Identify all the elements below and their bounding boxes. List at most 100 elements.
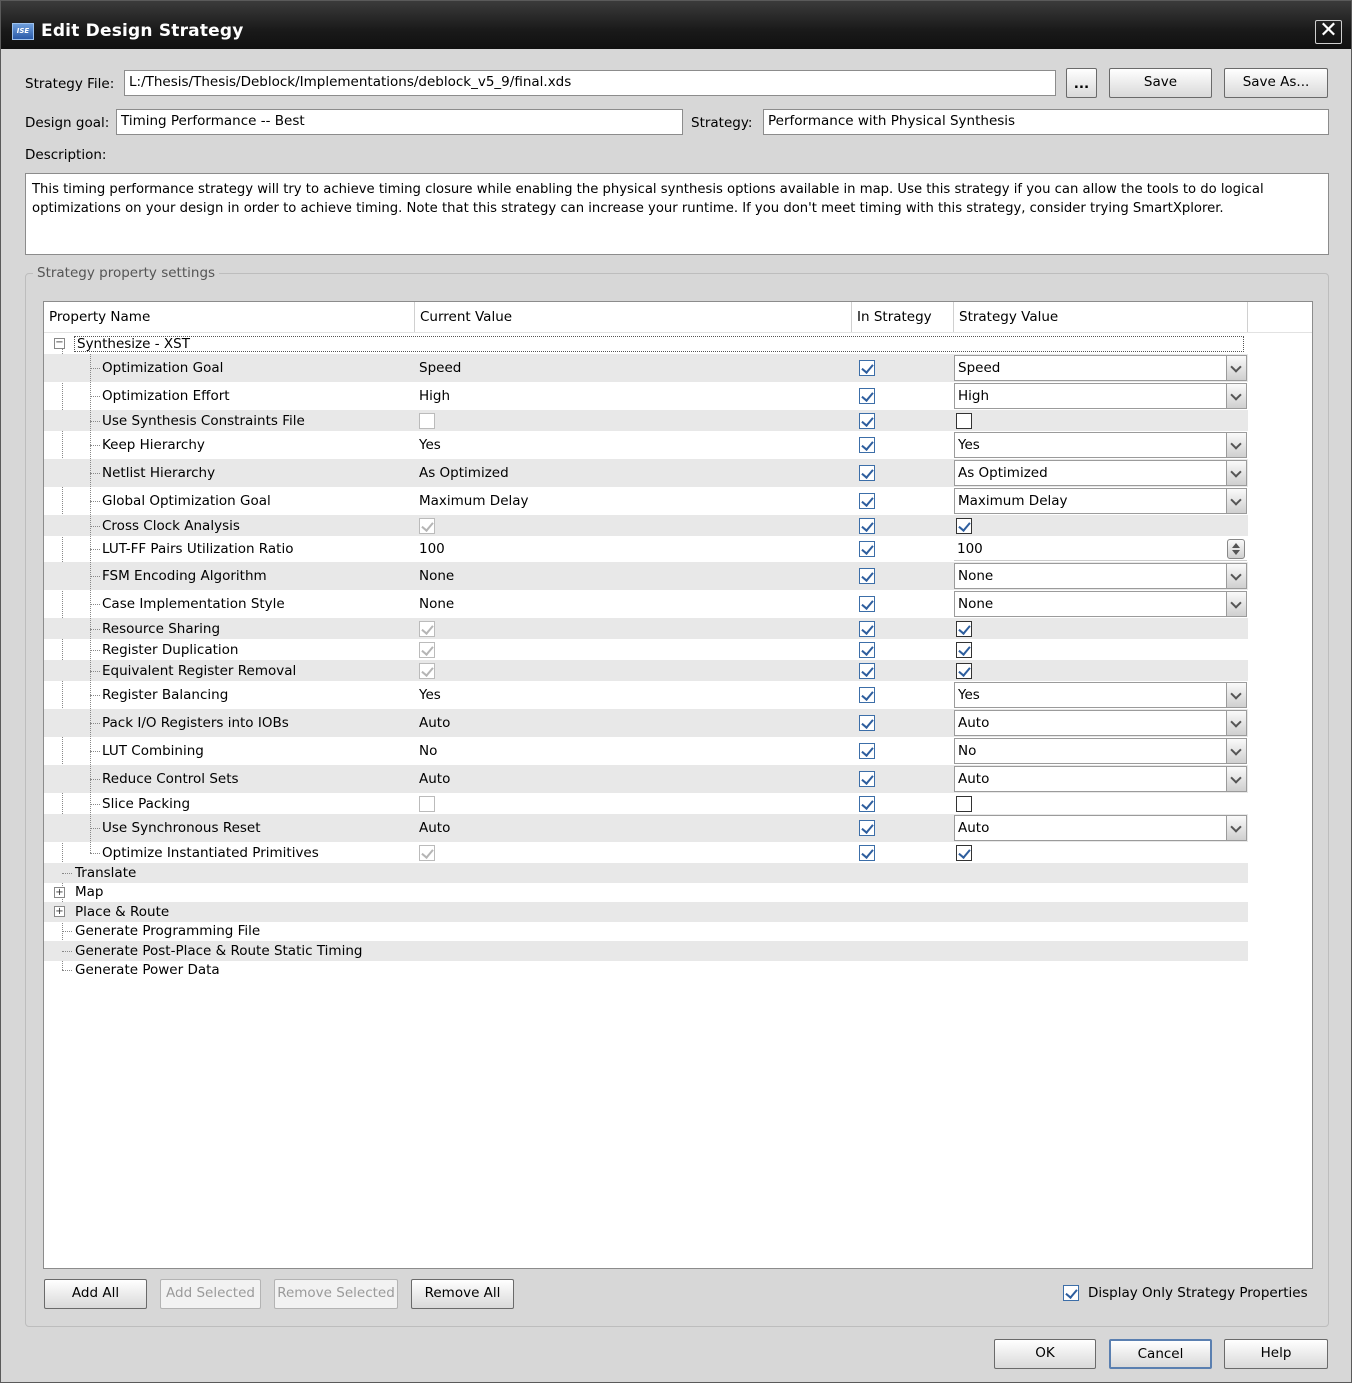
table-row[interactable]: Cross Clock Analysis bbox=[44, 515, 1248, 536]
table-row[interactable]: Reduce Control Sets Auto Auto bbox=[44, 765, 1248, 793]
in-strategy-checkbox[interactable] bbox=[859, 771, 875, 787]
strategy-value-dropdown[interactable]: Yes bbox=[954, 432, 1247, 458]
table-row[interactable]: Register Balancing Yes Yes bbox=[44, 681, 1248, 709]
chevron-down-icon[interactable] bbox=[1226, 489, 1246, 513]
in-strategy-checkbox[interactable] bbox=[859, 388, 875, 404]
close-button[interactable]: ✕ bbox=[1315, 20, 1342, 44]
in-strategy-checkbox[interactable] bbox=[859, 360, 875, 376]
column-header-current-value[interactable]: Current Value bbox=[415, 302, 852, 332]
in-strategy-checkbox[interactable] bbox=[859, 517, 875, 534]
strategy-value-spinner[interactable]: 100 bbox=[954, 537, 1247, 561]
tree-node[interactable]: Translate bbox=[44, 863, 1248, 883]
strategy-value-dropdown[interactable]: Auto bbox=[954, 815, 1247, 841]
strategy-value-checkbox[interactable] bbox=[956, 517, 972, 534]
add-all-button[interactable]: Add All bbox=[44, 1279, 147, 1309]
strategy-field[interactable]: Performance with Physical Synthesis bbox=[763, 109, 1329, 135]
remove-selected-button[interactable]: Remove Selected bbox=[274, 1279, 398, 1309]
save-button[interactable]: Save bbox=[1109, 68, 1212, 98]
chevron-down-icon[interactable] bbox=[1226, 711, 1246, 735]
expand-icon[interactable]: + bbox=[54, 886, 65, 898]
strategy-value-checkbox[interactable] bbox=[956, 641, 972, 658]
table-row[interactable]: Pack I/O Registers into IOBs Auto Auto bbox=[44, 709, 1248, 737]
table-row[interactable]: LUT-FF Pairs Utilization Ratio 100 100 bbox=[44, 536, 1248, 562]
table-row[interactable]: Resource Sharing bbox=[44, 618, 1248, 639]
chevron-down-icon[interactable] bbox=[1226, 433, 1246, 457]
expand-icon[interactable]: + bbox=[54, 906, 65, 917]
table-row[interactable]: Optimize Instantiated Primitives bbox=[44, 842, 1248, 863]
help-button[interactable]: Help bbox=[1224, 1339, 1328, 1369]
table-row[interactable]: Case Implementation Style None None bbox=[44, 590, 1248, 618]
strategy-file-input[interactable]: L:/Thesis/Thesis/Deblock/Implementations… bbox=[124, 70, 1056, 96]
cancel-button[interactable]: Cancel bbox=[1109, 1339, 1212, 1369]
tree-node[interactable]: Generate Programming File bbox=[44, 922, 1248, 942]
in-strategy-checkbox[interactable] bbox=[859, 687, 875, 703]
in-strategy-checkbox[interactable] bbox=[859, 641, 875, 658]
chevron-down-icon[interactable] bbox=[1226, 461, 1246, 485]
tree-node[interactable]: + Place & Route bbox=[44, 902, 1248, 922]
table-row[interactable]: FSM Encoding Algorithm None None bbox=[44, 562, 1248, 590]
strategy-value-dropdown[interactable]: Yes bbox=[954, 682, 1247, 708]
strategy-value-checkbox[interactable] bbox=[956, 412, 972, 429]
tree-node[interactable]: Generate Post-Place & Route Static Timin… bbox=[44, 941, 1248, 961]
table-row[interactable]: LUT Combining No No bbox=[44, 737, 1248, 765]
in-strategy-checkbox[interactable] bbox=[859, 820, 875, 836]
table-row[interactable]: Netlist Hierarchy As Optimized As Optimize… bbox=[44, 459, 1248, 487]
in-strategy-checkbox[interactable] bbox=[859, 844, 875, 861]
strategy-value-dropdown[interactable]: As Optimized bbox=[954, 460, 1247, 486]
in-strategy-checkbox[interactable] bbox=[859, 465, 875, 481]
in-strategy-checkbox[interactable] bbox=[859, 620, 875, 637]
display-only-strategy-checkbox[interactable] bbox=[1063, 1285, 1079, 1301]
tree-node-synthesize-xst[interactable]: − Synthesize - XST bbox=[44, 334, 1248, 354]
chevron-down-icon[interactable] bbox=[1226, 767, 1246, 791]
chevron-down-icon[interactable] bbox=[1226, 356, 1246, 380]
in-strategy-checkbox[interactable] bbox=[859, 662, 875, 679]
design-goal-field[interactable]: Timing Performance -- Best bbox=[116, 109, 683, 135]
description-text[interactable]: This timing performance strategy will tr… bbox=[25, 173, 1329, 255]
chevron-down-icon[interactable] bbox=[1226, 592, 1246, 616]
table-row[interactable]: Optimization Goal Speed Speed bbox=[44, 354, 1248, 382]
strategy-value-dropdown[interactable]: None bbox=[954, 563, 1247, 589]
table-row[interactable]: Register Duplication bbox=[44, 639, 1248, 660]
in-strategy-checkbox[interactable] bbox=[859, 795, 875, 812]
browse-button[interactable]: ... bbox=[1066, 68, 1097, 98]
table-row[interactable]: Slice Packing bbox=[44, 793, 1248, 814]
remove-all-button[interactable]: Remove All bbox=[411, 1279, 514, 1309]
strategy-value-dropdown[interactable]: Auto bbox=[954, 766, 1247, 792]
in-strategy-checkbox[interactable] bbox=[859, 412, 875, 429]
chevron-down-icon[interactable] bbox=[1226, 564, 1246, 588]
strategy-value-dropdown[interactable]: No bbox=[954, 738, 1247, 764]
strategy-value-dropdown[interactable]: High bbox=[954, 383, 1247, 409]
strategy-value-dropdown[interactable]: Auto bbox=[954, 710, 1247, 736]
strategy-value-checkbox[interactable] bbox=[956, 795, 972, 812]
tree-node[interactable]: + Map bbox=[44, 883, 1248, 903]
in-strategy-checkbox[interactable] bbox=[859, 743, 875, 759]
ok-button[interactable]: OK bbox=[994, 1339, 1096, 1369]
tree-node[interactable]: Generate Power Data bbox=[44, 961, 1248, 981]
chevron-down-icon[interactable] bbox=[1226, 683, 1246, 707]
strategy-value-checkbox[interactable] bbox=[956, 662, 972, 679]
strategy-value-checkbox[interactable] bbox=[956, 844, 972, 861]
in-strategy-checkbox[interactable] bbox=[859, 541, 875, 557]
spinner-arrows-icon[interactable] bbox=[1227, 538, 1245, 559]
table-row[interactable]: Use Synthesis Constraints File bbox=[44, 410, 1248, 431]
chevron-down-icon[interactable] bbox=[1226, 384, 1246, 408]
in-strategy-checkbox[interactable] bbox=[859, 715, 875, 731]
in-strategy-checkbox[interactable] bbox=[859, 568, 875, 584]
table-row[interactable]: Equivalent Register Removal bbox=[44, 660, 1248, 681]
strategy-value-checkbox[interactable] bbox=[956, 620, 972, 637]
column-header-property-name[interactable]: Property Name bbox=[44, 302, 415, 332]
table-row[interactable]: Keep Hierarchy Yes Yes bbox=[44, 431, 1248, 459]
strategy-value-dropdown[interactable]: Maximum Delay bbox=[954, 488, 1247, 514]
column-header-strategy-value[interactable]: Strategy Value bbox=[954, 302, 1248, 332]
in-strategy-checkbox[interactable] bbox=[859, 437, 875, 453]
table-row[interactable]: Optimization Effort High High bbox=[44, 382, 1248, 410]
column-header-in-strategy[interactable]: In Strategy bbox=[852, 302, 954, 332]
add-selected-button[interactable]: Add Selected bbox=[160, 1279, 261, 1309]
strategy-value-dropdown[interactable]: None bbox=[954, 591, 1247, 617]
strategy-value-dropdown[interactable]: Speed bbox=[954, 355, 1247, 381]
in-strategy-checkbox[interactable] bbox=[859, 493, 875, 509]
chevron-down-icon[interactable] bbox=[1226, 739, 1246, 763]
table-row[interactable]: Use Synchronous Reset Auto Auto bbox=[44, 814, 1248, 842]
collapse-icon[interactable]: − bbox=[54, 338, 65, 349]
in-strategy-checkbox[interactable] bbox=[859, 596, 875, 612]
